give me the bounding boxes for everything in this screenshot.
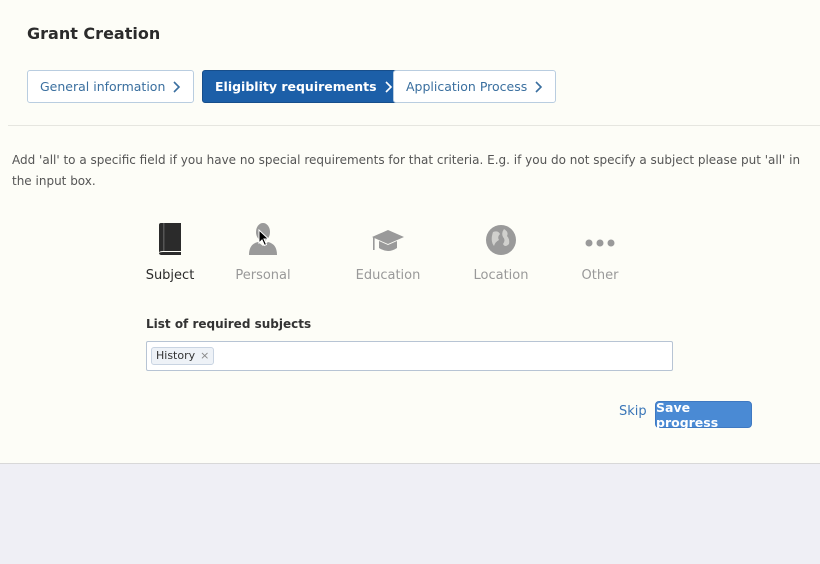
info-text: Add 'all' to a specific field if you hav… — [12, 153, 801, 188]
category-other[interactable]: Other — [560, 220, 640, 283]
category-location[interactable]: Location — [461, 220, 541, 283]
step-label: Application Process — [406, 79, 528, 94]
category-label: Other — [581, 268, 619, 283]
step-general-information[interactable]: General information — [27, 70, 195, 103]
chevron-right-icon — [173, 80, 181, 93]
step-application-process[interactable]: Application Process — [393, 70, 557, 103]
page-title: Grant Creation — [27, 24, 161, 43]
ellipsis-icon — [585, 239, 615, 247]
category-label: Personal — [235, 268, 291, 283]
category-label: Subject — [145, 268, 195, 283]
subject-tag-label: History — [156, 349, 196, 362]
section-divider — [8, 125, 820, 126]
subject-tag: History × — [151, 347, 215, 365]
chevron-right-icon — [535, 80, 543, 93]
category-education[interactable]: Education — [348, 220, 428, 283]
step-label: General information — [40, 79, 166, 94]
category-subject[interactable]: Subject — [130, 220, 210, 283]
book-icon — [159, 223, 181, 255]
grant-creation-card: Grant Creation General information Eligi… — [0, 0, 820, 464]
globe-icon — [486, 225, 516, 255]
mouse-cursor-icon — [258, 229, 270, 247]
step-eligibility-requirements[interactable]: Eligiblity requirements — [202, 70, 406, 103]
chevron-right-icon — [385, 80, 392, 93]
save-progress-button[interactable]: Save progress — [655, 400, 752, 430]
graduation-cap-icon — [372, 230, 404, 251]
subjects-field-label: List of required subjects — [146, 317, 312, 331]
category-label: Location — [473, 268, 529, 283]
step-label: Eligiblity requirements — [215, 79, 377, 94]
subjects-tag-input[interactable]: History × — [146, 341, 673, 371]
category-label: Education — [355, 268, 421, 283]
skip-link[interactable]: Skip — [619, 404, 647, 419]
remove-tag-icon[interactable]: × — [200, 348, 209, 364]
